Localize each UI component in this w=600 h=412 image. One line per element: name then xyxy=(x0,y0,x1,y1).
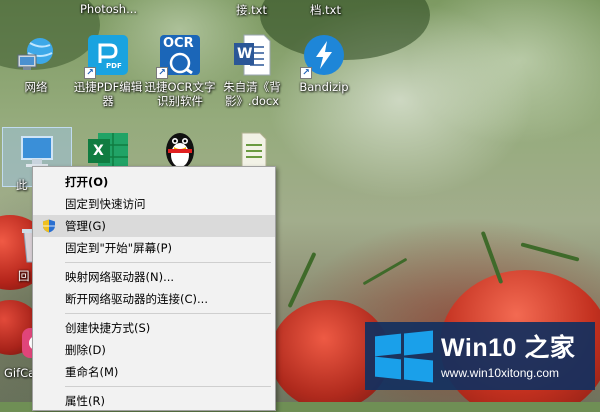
menu-item-label: 映射网络驱动器(N)... xyxy=(65,270,175,284)
desktop-icon-label: 朱自清《背影》.docx xyxy=(223,80,281,108)
word-document-icon: W xyxy=(230,33,274,77)
network-icon xyxy=(14,33,58,77)
menu-item-disconnect-network-drive[interactable]: 断开网络驱动器的连接(C)... xyxy=(33,288,275,310)
desktop-label-top[interactable]: 接.txt xyxy=(236,2,267,18)
menu-item-label: 打开(O) xyxy=(65,175,109,189)
menu-item-rename[interactable]: 重命名(M) xyxy=(33,361,275,383)
desktop-icon-qq[interactable] xyxy=(144,127,216,171)
ocr-icon-text: OCR xyxy=(163,36,194,51)
menu-item-properties[interactable]: 属性(R) xyxy=(33,390,275,412)
desktop-label-top[interactable]: Photosh... xyxy=(80,2,137,16)
menu-separator xyxy=(65,313,271,314)
menu-separator xyxy=(65,386,271,387)
menu-separator xyxy=(65,262,271,263)
desktop-icon-network[interactable]: 网络 xyxy=(0,33,72,94)
windows-logo-icon xyxy=(375,330,433,383)
menu-item-label: 管理(G) xyxy=(65,219,106,233)
menu-item-label: 删除(D) xyxy=(65,343,106,357)
uac-shield-icon xyxy=(43,219,55,233)
shortcut-arrow-icon: ↗ xyxy=(300,67,312,79)
context-menu: 打开(O) 固定到快速访问 管理(G) 固定到"开始"屏幕(P) 映射网络驱动器… xyxy=(32,166,276,411)
excel-icon-text: X xyxy=(93,143,104,159)
shortcut-arrow-icon: ↗ xyxy=(84,67,96,79)
menu-item-label: 重命名(M) xyxy=(65,365,119,379)
desktop-icon-ocr[interactable]: OCR ↗ 迅捷OCR文字识别软件 xyxy=(144,33,216,108)
qq-penguin-icon xyxy=(158,127,202,171)
ocr-icon: OCR ↗ xyxy=(156,33,202,79)
watermark-brand: Win10 之家 xyxy=(441,334,576,362)
desktop-icon-pdf-editor[interactable]: PDF ↗ 迅捷PDF编辑器 xyxy=(72,33,144,108)
watermark-url: www.win10xitong.com xyxy=(441,366,560,380)
menu-item-delete[interactable]: 删除(D) xyxy=(33,339,275,361)
menu-item-pin-start[interactable]: 固定到"开始"屏幕(P) xyxy=(33,237,275,259)
menu-item-label: 属性(R) xyxy=(65,394,105,408)
menu-item-pin-quick-access[interactable]: 固定到快速访问 xyxy=(33,193,275,215)
menu-item-open[interactable]: 打开(O) xyxy=(33,171,275,193)
pdf-editor-icon: PDF ↗ xyxy=(84,33,130,79)
menu-item-create-shortcut[interactable]: 创建快捷方式(S) xyxy=(33,317,275,339)
menu-item-manage[interactable]: 管理(G) xyxy=(33,215,275,237)
desktop-icon-label: 迅捷OCR文字识别软件 xyxy=(144,80,216,108)
shortcut-arrow-icon: ↗ xyxy=(156,67,168,79)
word-icon-text: W xyxy=(237,46,253,62)
desktop-icon-bandizip[interactable]: ↗ Bandizip xyxy=(288,33,360,94)
desktop-icon-word-doc[interactable]: W 朱自清《背影》.docx xyxy=(216,33,288,108)
menu-item-label: 创建快捷方式(S) xyxy=(65,321,151,335)
menu-item-label: 固定到快速访问 xyxy=(65,197,146,211)
menu-item-label: 断开网络驱动器的连接(C)... xyxy=(65,292,208,306)
desktop-icon-label: 迅捷PDF编辑器 xyxy=(73,80,143,108)
desktop-icon-label: 网络 xyxy=(24,80,48,94)
menu-item-label: 固定到"开始"屏幕(P) xyxy=(65,241,172,255)
pdf-icon-text: PDF xyxy=(106,62,122,70)
site-watermark: Win10 之家 www.win10xitong.com xyxy=(365,322,595,390)
bandizip-icon: ↗ xyxy=(300,33,346,79)
menu-item-map-network-drive[interactable]: 映射网络驱动器(N)... xyxy=(33,266,275,288)
desktop-icon-label: Bandizip xyxy=(299,80,349,94)
desktop-label-top[interactable]: 档.txt xyxy=(310,2,341,18)
